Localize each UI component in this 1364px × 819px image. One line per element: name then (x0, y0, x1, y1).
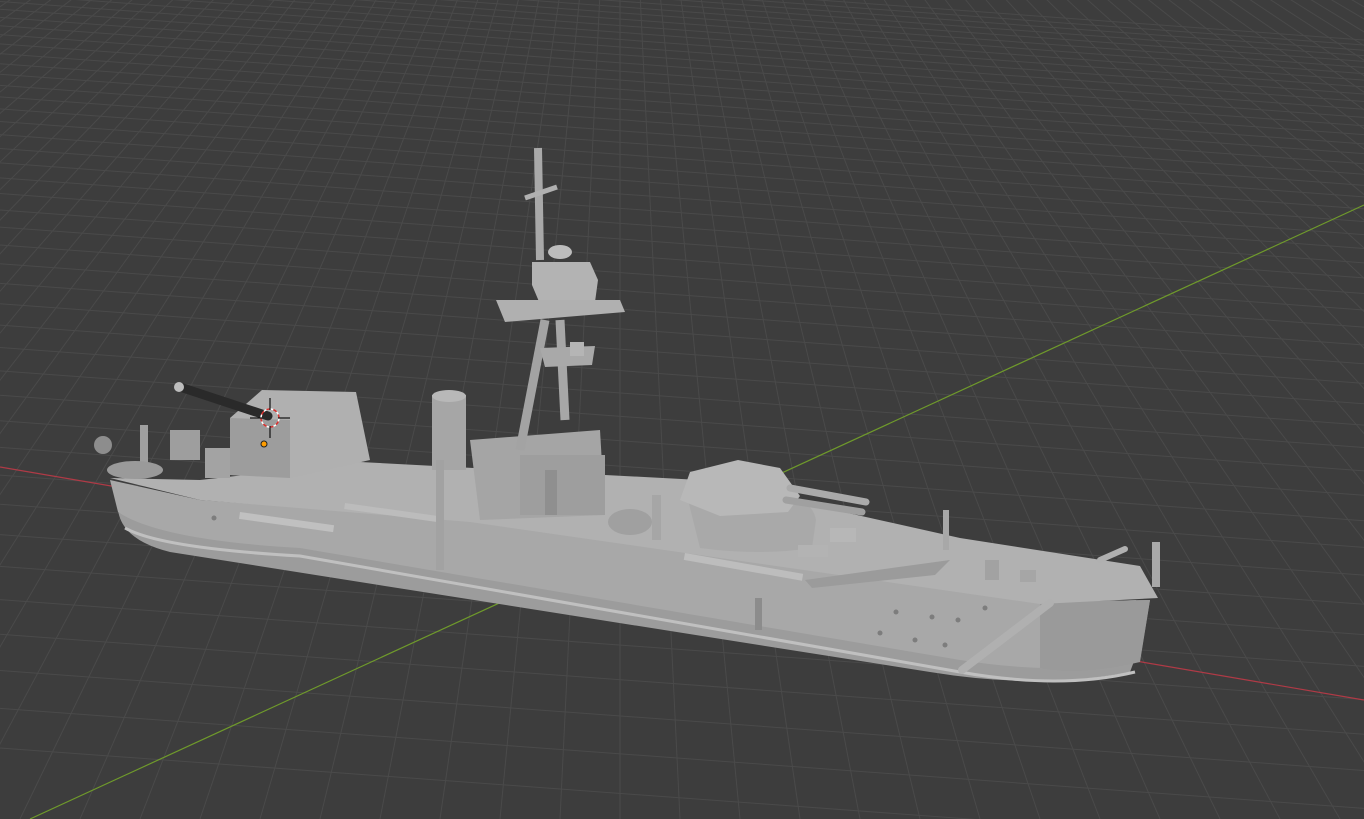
stern-fitting-2 (205, 448, 230, 478)
jack-staff (1152, 542, 1160, 587)
3d-viewport[interactable] (0, 0, 1364, 819)
funnel (432, 395, 466, 470)
stern-post (140, 425, 148, 465)
funnel-post (436, 460, 444, 570)
stern-fitting (170, 430, 200, 460)
mast-platform (496, 300, 625, 322)
mid-capstan (608, 509, 652, 535)
spotting-top-cap (548, 245, 572, 259)
stern-lifeboat (107, 461, 163, 479)
mid-box (798, 545, 828, 557)
bridge-block (520, 455, 605, 515)
bow-fitting-2 (1020, 570, 1036, 582)
ship-model[interactable] (94, 147, 1160, 683)
mast-leg-2 (555, 319, 570, 421)
mid-box-2 (830, 528, 856, 542)
funnel-top (432, 390, 466, 402)
side-door (755, 598, 762, 630)
mast-pole (534, 147, 544, 261)
stern-turret-side (230, 418, 290, 478)
bow-davit (1097, 546, 1128, 563)
bow-fitting (985, 560, 999, 580)
bow-post (943, 510, 949, 550)
stern-gun-muzzle (174, 382, 184, 392)
mast-platform-2 (540, 346, 595, 367)
hull-bow (1040, 600, 1150, 671)
stern-anchor (94, 436, 112, 454)
mid-vent (652, 495, 661, 540)
mast-lamp (570, 342, 584, 356)
floor-grid (0, 0, 1364, 819)
spotting-top (532, 262, 598, 304)
mast-leg-1 (515, 319, 550, 451)
viewport-canvas[interactable] (0, 0, 1364, 819)
object-origin-dot (260, 440, 268, 448)
bridge-window-gap (545, 470, 557, 515)
